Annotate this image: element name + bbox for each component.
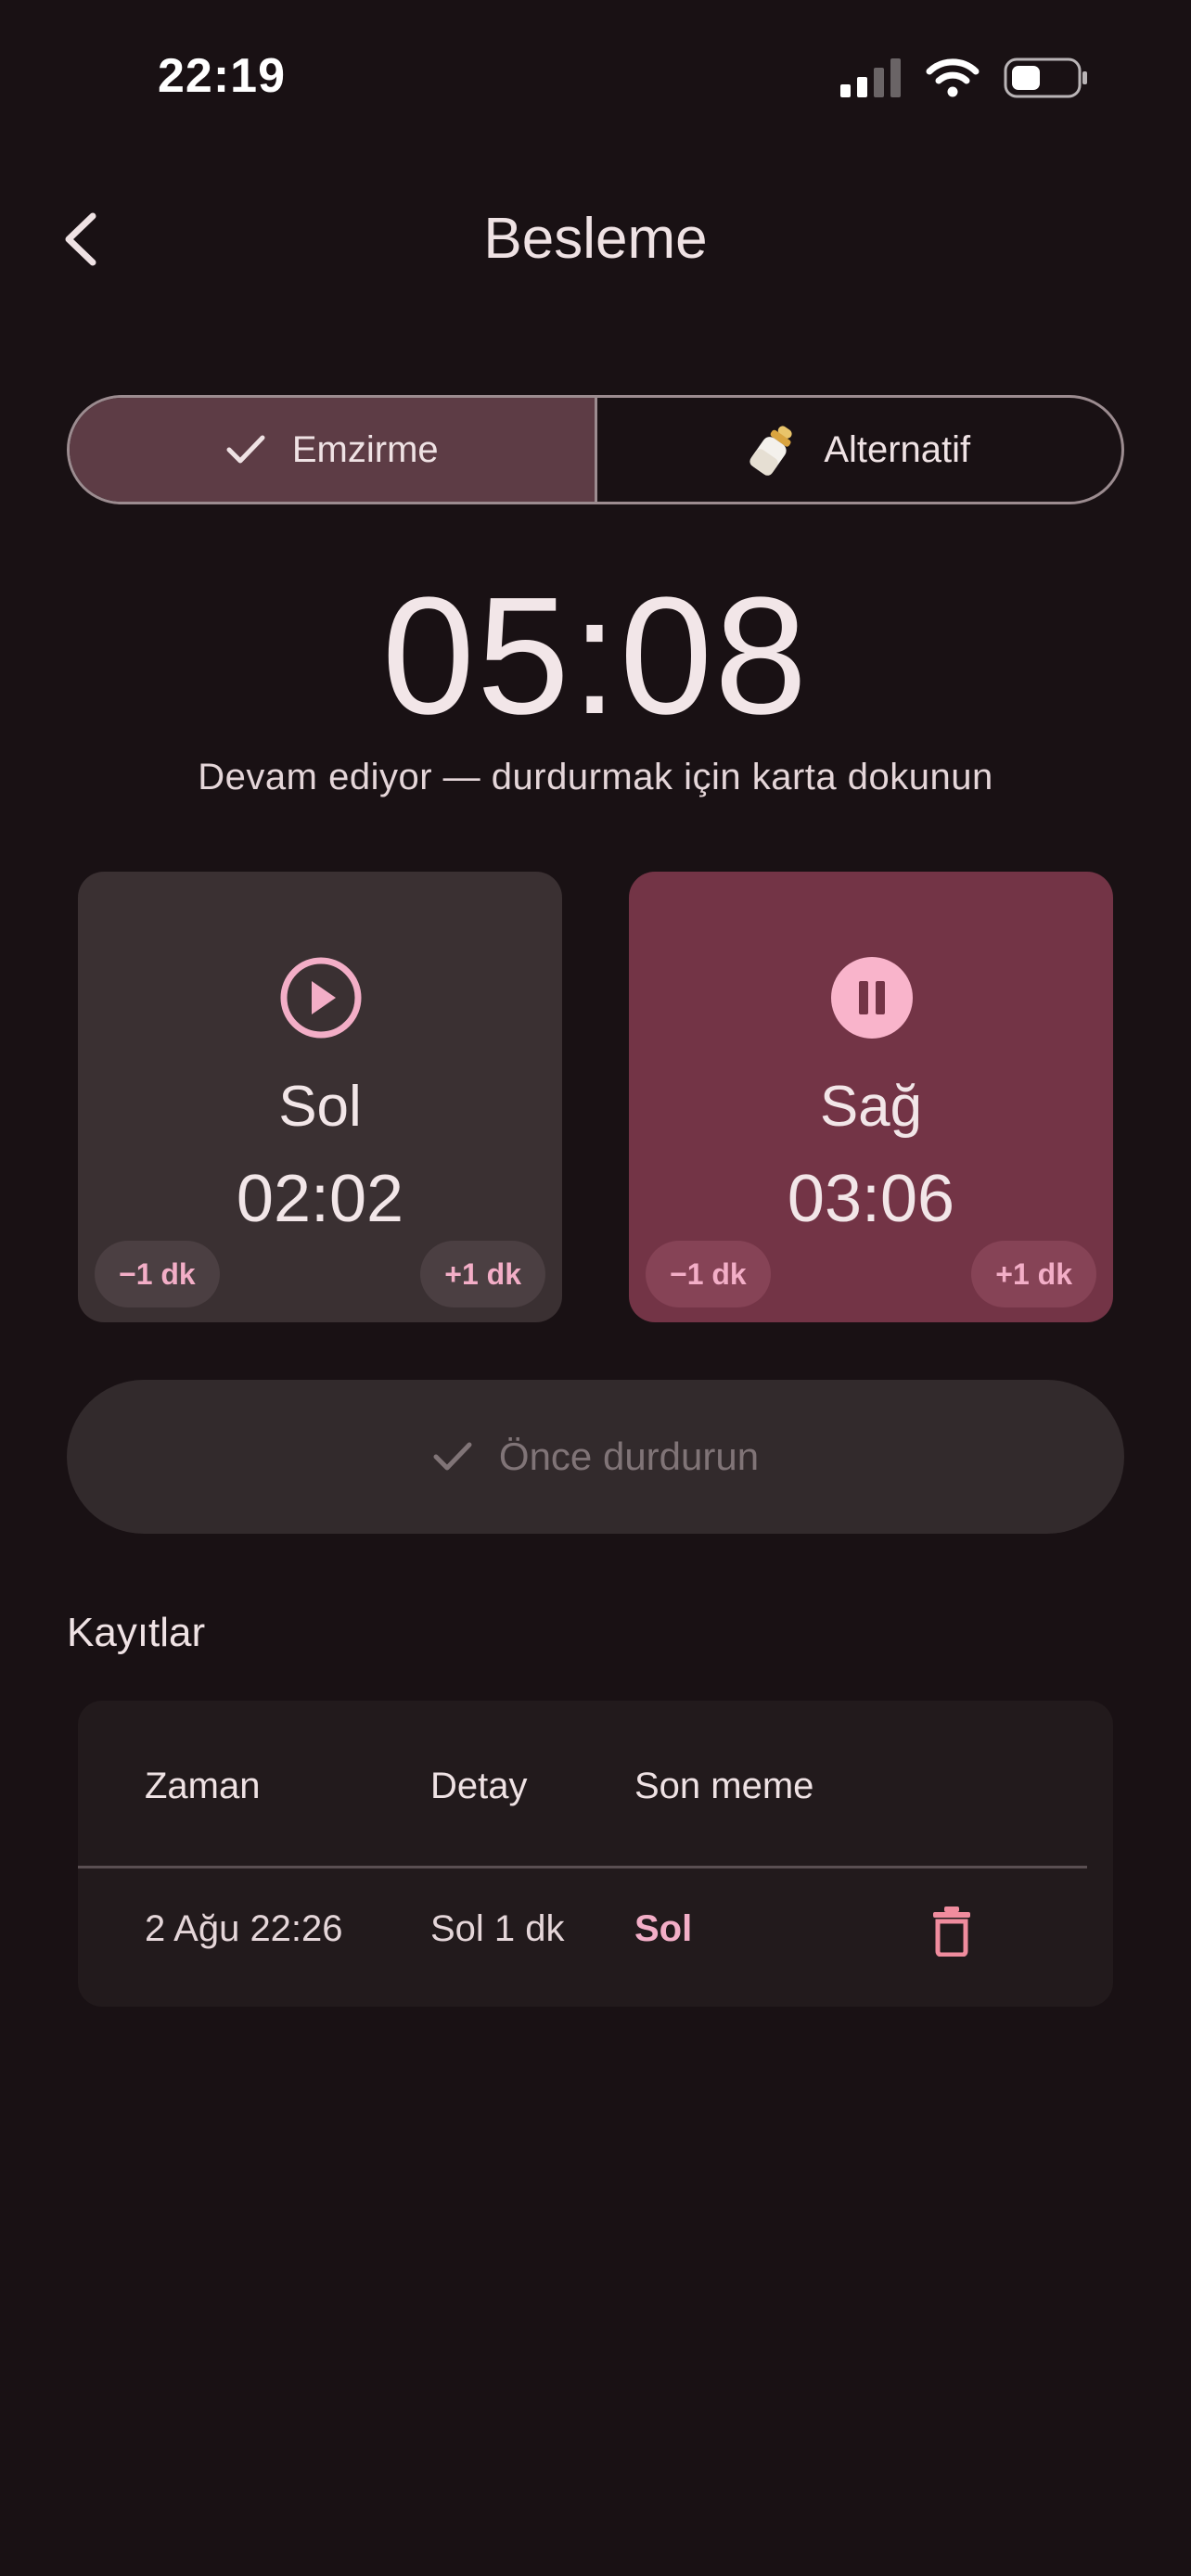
signal-icon <box>840 58 901 97</box>
side-name: Sol <box>278 1075 362 1139</box>
row-time: 2 Ağu 22:26 <box>145 1908 343 1949</box>
minus-minute-button[interactable]: −1 dk <box>646 1241 771 1307</box>
timer-hint: Devam ediyor — durdurmak için karta doku… <box>198 757 993 797</box>
records-title: Kayıtlar <box>67 1610 206 1655</box>
tab-label: Alternatif <box>824 428 971 470</box>
status-time: 22:19 <box>158 49 286 103</box>
records-table: Zaman Detay Son meme 2 Ağu 22:26 Sol 1 d… <box>78 1701 1113 2007</box>
tab-label: Emzirme <box>291 428 439 470</box>
column-header-detail: Detay <box>430 1766 528 1806</box>
column-header-last: Son meme <box>634 1766 814 1806</box>
page-title: Besleme <box>483 207 708 271</box>
column-header-time: Zaman <box>145 1766 261 1806</box>
plus-minute-button[interactable]: +1 dk <box>420 1241 545 1307</box>
feeding-type-selector: Emzirme Alternatif <box>67 395 1124 504</box>
feeding-screen: 22:19 Besleme Emzirme Alternatif 05:08 D… <box>0 0 1191 2576</box>
side-name: Sağ <box>819 1075 923 1139</box>
check-icon <box>433 1442 472 1471</box>
row-last-side: Sol <box>634 1908 693 1949</box>
delete-record-button[interactable] <box>922 1901 981 1960</box>
wifi-icon <box>926 58 980 97</box>
save-button[interactable]: Önce durdurun <box>67 1380 1124 1534</box>
total-timer: 05:08 <box>381 563 810 749</box>
battery-icon <box>1004 57 1087 98</box>
right-side-card[interactable]: Sağ 03:06 −1 dk +1 dk <box>629 872 1113 1322</box>
trash-icon <box>933 1906 970 1957</box>
side-time: 03:06 <box>787 1162 955 1236</box>
plus-minute-button[interactable]: +1 dk <box>971 1241 1096 1307</box>
pause-icon <box>831 957 913 1039</box>
play-icon <box>280 957 362 1039</box>
side-time: 02:02 <box>236 1162 404 1236</box>
check-icon <box>226 435 265 464</box>
save-button-label: Önce durdurun <box>498 1435 760 1478</box>
table-divider <box>78 1866 1087 1868</box>
tab-emzirme[interactable]: Emzirme <box>70 398 595 502</box>
row-detail: Sol 1 dk <box>430 1908 565 1949</box>
status-icons <box>840 57 1089 98</box>
minus-minute-button[interactable]: −1 dk <box>95 1241 220 1307</box>
left-side-card[interactable]: Sol 02:02 −1 dk +1 dk <box>78 872 562 1322</box>
baby-bottle-icon <box>749 426 792 476</box>
tab-alternatif[interactable]: Alternatif <box>594 398 1122 502</box>
